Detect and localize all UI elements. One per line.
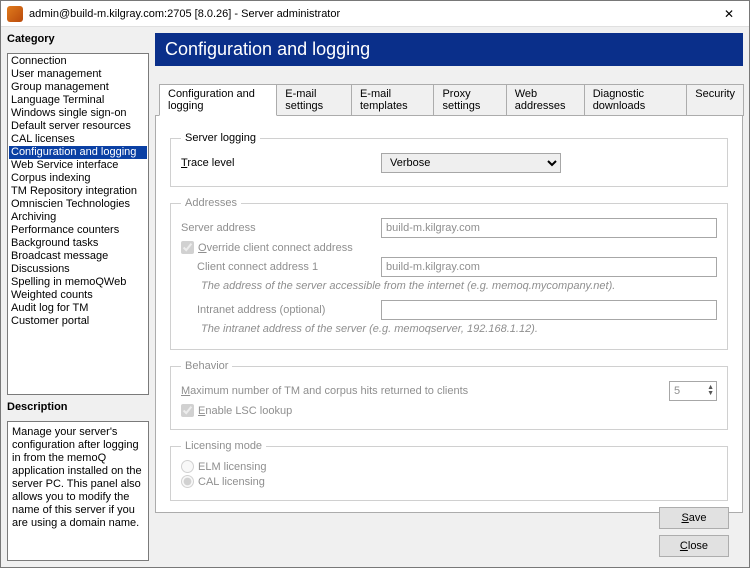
group-server-logging: Server logging Trace level Verbose: [170, 132, 728, 187]
max-hits-spinner: 5 ▲▼: [669, 381, 717, 401]
category-heading: Category: [7, 33, 149, 45]
group-licensing: Licensing mode ELM licensing CAL licensi…: [170, 440, 728, 501]
main-area: Configuration and loggingE-mail settings…: [155, 66, 743, 561]
max-hits-label: Maximum number of TM and corpus hits ret…: [181, 385, 669, 397]
client-hint: The address of the server accessible fro…: [201, 280, 717, 292]
sidebar-item[interactable]: Connection: [9, 55, 147, 68]
sidebar: Category ConnectionUser managementGroup …: [7, 33, 149, 561]
tab[interactable]: Configuration and logging: [159, 84, 277, 116]
sidebar-item[interactable]: User management: [9, 68, 147, 81]
description-text: Manage your server's configuration after…: [7, 421, 149, 561]
sidebar-item[interactable]: TM Repository integration: [9, 185, 147, 198]
sidebar-item[interactable]: Customer portal: [9, 315, 147, 328]
override-checkbox: [181, 241, 194, 254]
trace-level-select[interactable]: Verbose: [381, 153, 561, 173]
group-addresses: Addresses Server address Override client…: [170, 197, 728, 350]
page-title: Configuration and logging: [155, 33, 743, 66]
intranet-hint: The intranet address of the server (e.g.…: [201, 323, 717, 335]
sidebar-item[interactable]: Performance counters: [9, 224, 147, 237]
close-icon[interactable]: ✕: [709, 1, 749, 27]
sidebar-item[interactable]: Background tasks: [9, 237, 147, 250]
elm-radio: [181, 460, 194, 473]
lsc-label: Enable LSC lookup: [198, 405, 292, 417]
description-heading: Description: [7, 401, 149, 413]
sidebar-item[interactable]: Default server resources: [9, 120, 147, 133]
sidebar-item[interactable]: Language Terminal: [9, 94, 147, 107]
sidebar-item[interactable]: Windows single sign-on: [9, 107, 147, 120]
lsc-checkbox: [181, 404, 194, 417]
legend-behavior: Behavior: [181, 360, 232, 372]
body: Category ConnectionUser managementGroup …: [1, 27, 749, 567]
tab[interactable]: Diagnostic downloads: [584, 84, 688, 116]
cal-radio: [181, 475, 194, 488]
server-address-label: Server address: [181, 222, 381, 234]
client-addr-input: [381, 257, 717, 277]
sidebar-item[interactable]: Group management: [9, 81, 147, 94]
legend-licensing: Licensing mode: [181, 440, 266, 452]
sidebar-item[interactable]: Archiving: [9, 211, 147, 224]
sidebar-item[interactable]: Configuration and logging: [9, 146, 147, 159]
elm-label: ELM licensing: [198, 461, 266, 473]
tab[interactable]: E-mail settings: [276, 84, 352, 116]
tab[interactable]: E-mail templates: [351, 84, 435, 116]
close-button[interactable]: Close: [659, 535, 729, 557]
override-label: Override client connect address: [198, 242, 353, 254]
tab[interactable]: Web addresses: [506, 84, 585, 116]
category-list[interactable]: ConnectionUser managementGroup managemen…: [7, 53, 149, 395]
tab-panel: Server logging Trace level Verbose Addre…: [155, 115, 743, 513]
server-address-input: [381, 218, 717, 238]
intranet-label: Intranet address (optional): [197, 304, 381, 316]
sidebar-item[interactable]: Broadcast message: [9, 250, 147, 263]
client-addr-label: Client connect address 1: [197, 261, 381, 273]
save-button[interactable]: Save: [659, 507, 729, 529]
tab[interactable]: Security: [686, 84, 744, 116]
spinner-arrows-icon: ▲▼: [707, 385, 716, 397]
trace-level-label: Trace level: [181, 157, 381, 169]
main: Configuration and logging Configuration …: [155, 33, 743, 561]
sidebar-item[interactable]: Weighted counts: [9, 289, 147, 302]
tab[interactable]: Proxy settings: [433, 84, 506, 116]
legend-addresses: Addresses: [181, 197, 241, 209]
sidebar-item[interactable]: Audit log for TM: [9, 302, 147, 315]
cal-label: CAL licensing: [198, 476, 265, 488]
sidebar-item[interactable]: Corpus indexing: [9, 172, 147, 185]
sidebar-item[interactable]: Omniscien Technologies: [9, 198, 147, 211]
group-behavior: Behavior Maximum number of TM and corpus…: [170, 360, 728, 430]
sidebar-item[interactable]: CAL licenses: [9, 133, 147, 146]
sidebar-item[interactable]: Discussions: [9, 263, 147, 276]
intranet-input: [381, 300, 717, 320]
tabs: Configuration and loggingE-mail settings…: [159, 84, 743, 116]
window-title: admin@build-m.kilgray.com:2705 [8.0.26] …: [29, 8, 340, 20]
sidebar-item[interactable]: Spelling in memoQWeb: [9, 276, 147, 289]
app-icon: [7, 6, 23, 22]
window: admin@build-m.kilgray.com:2705 [8.0.26] …: [0, 0, 750, 568]
titlebar: admin@build-m.kilgray.com:2705 [8.0.26] …: [1, 1, 749, 27]
legend-server-logging: Server logging: [181, 132, 260, 144]
sidebar-item[interactable]: Web Service interface: [9, 159, 147, 172]
